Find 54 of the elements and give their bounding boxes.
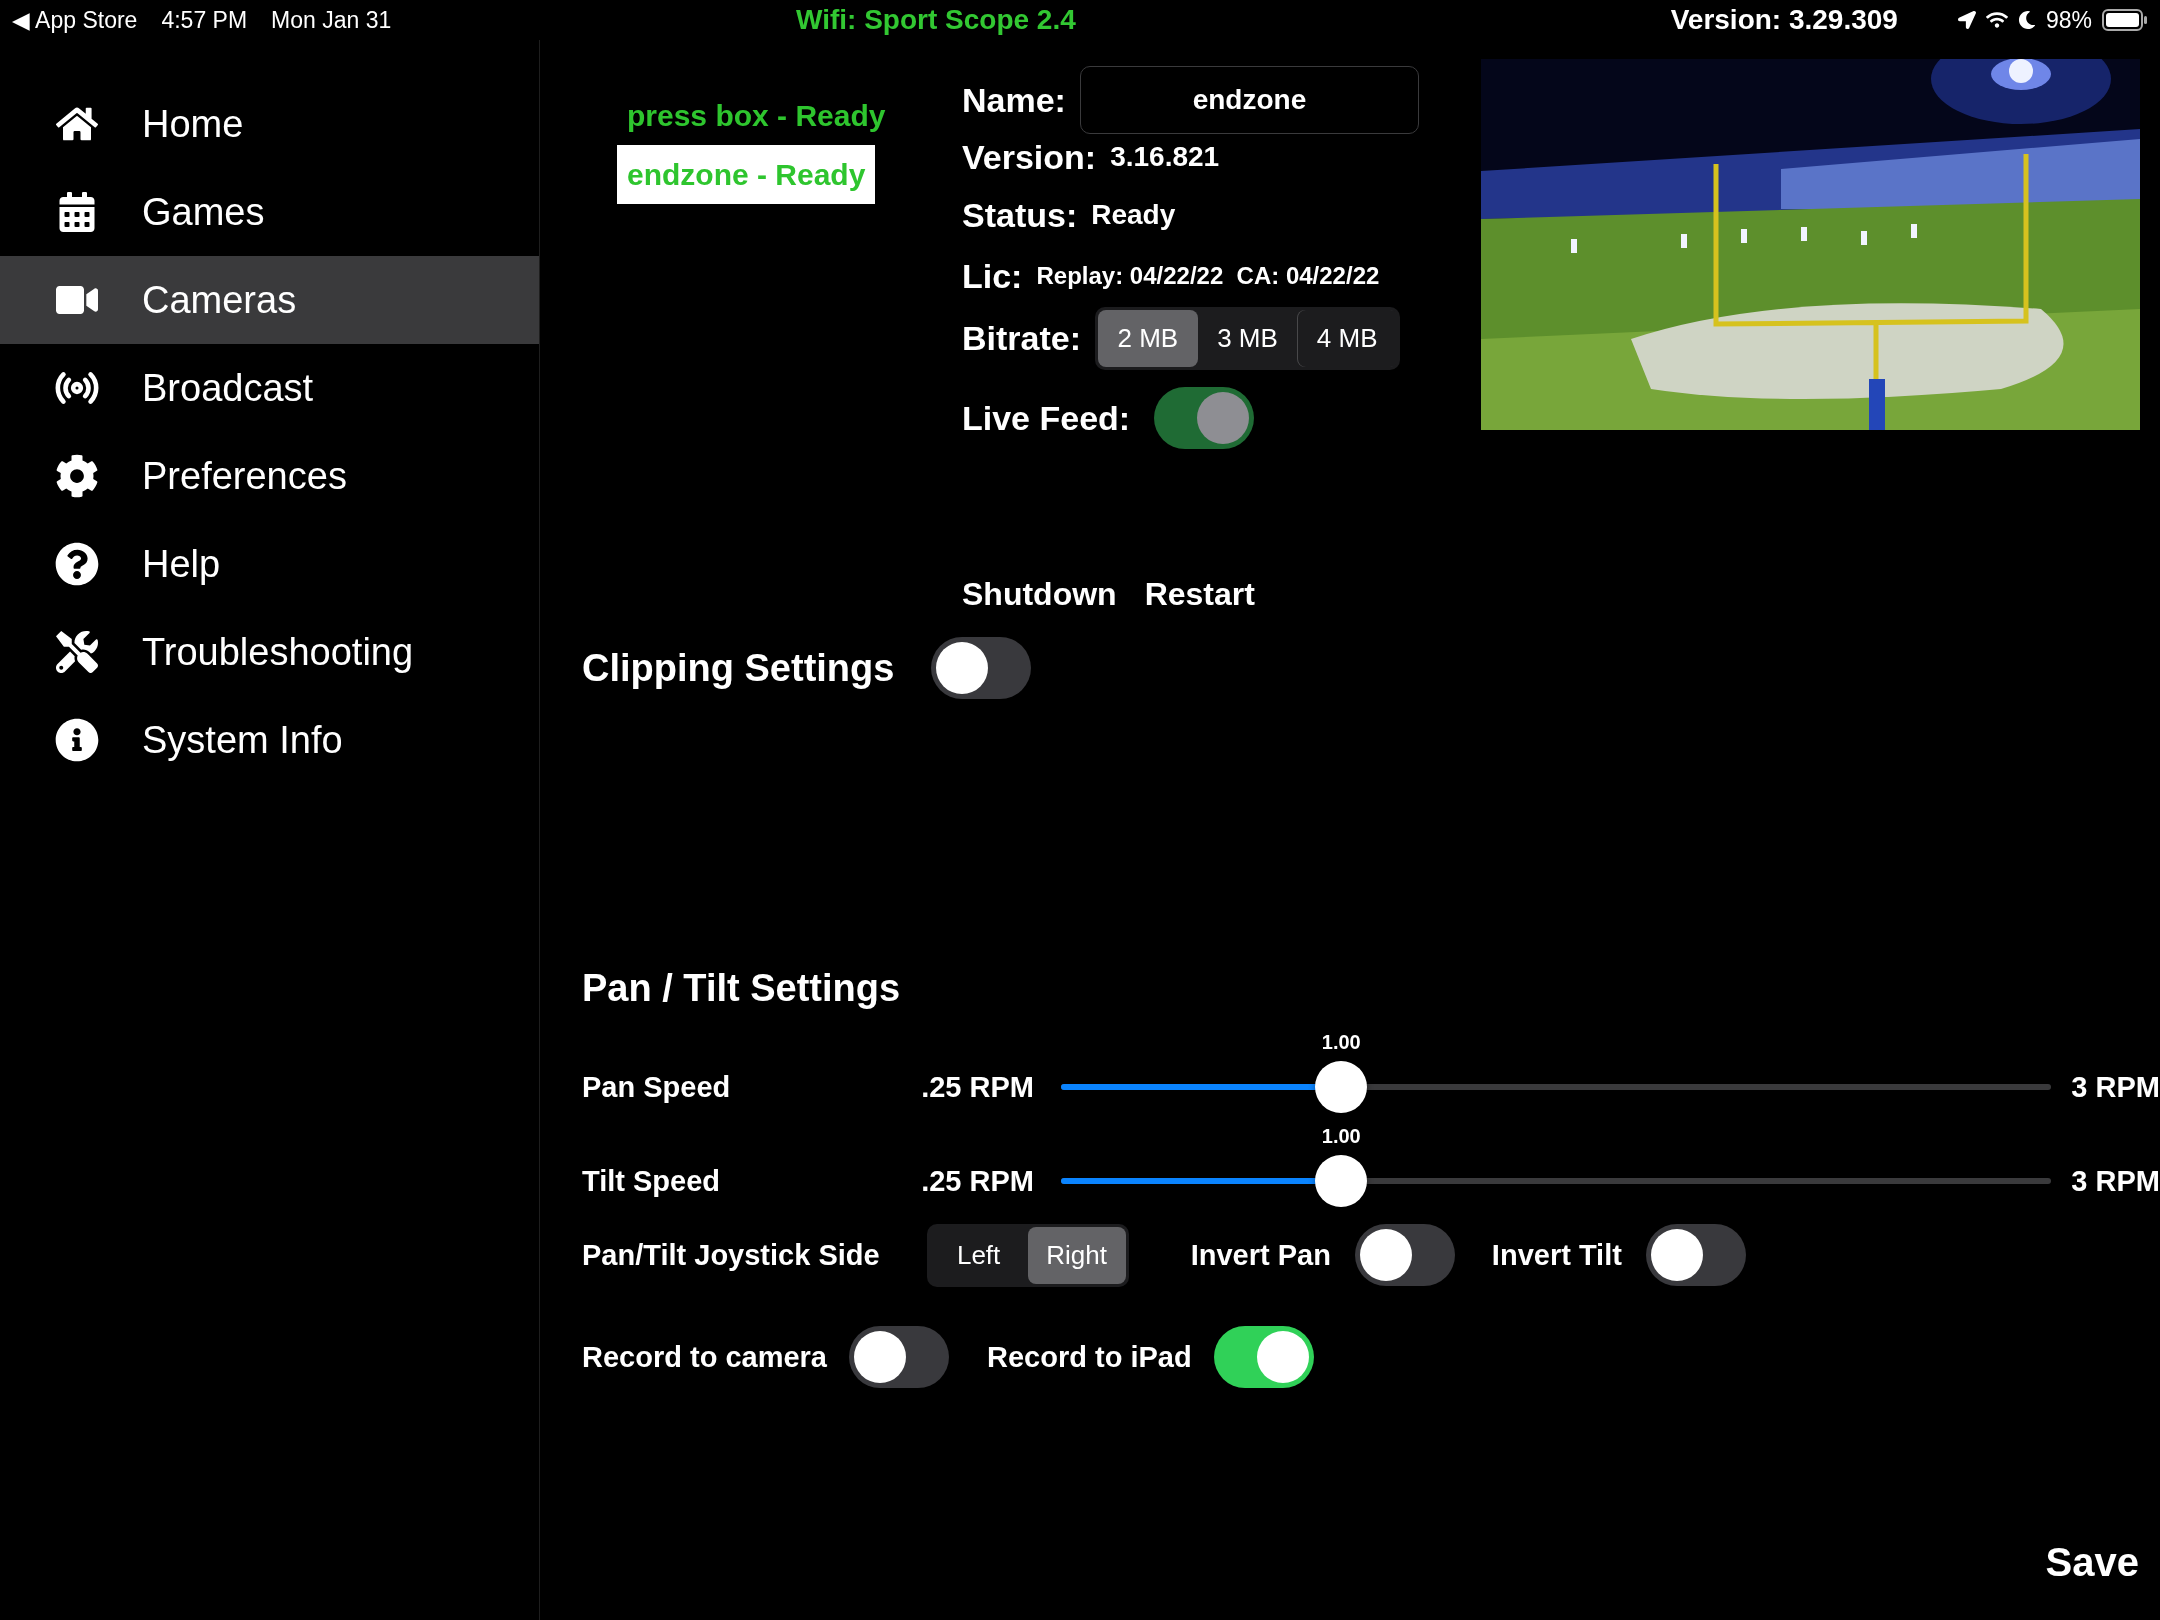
name-field[interactable]: endzone <box>1079 66 1419 134</box>
sidebar-item[interactable]: Games <box>0 168 539 256</box>
min-label: .25 RPM <box>920 1070 1034 1104</box>
battery-percent: 98% <box>2045 6 2092 34</box>
license-label: Lic: <box>962 256 1023 296</box>
version-value: 3.16.821 <box>1110 141 1220 173</box>
sidebar-item[interactable]: Help <box>0 520 539 608</box>
max-label: 3 RPM <box>2071 1070 2160 1104</box>
license-value: Replay: 04/22/22 CA: 04/22/22 <box>1036 262 1380 290</box>
slider-value: 1.00 <box>1321 1031 1361 1054</box>
record-label: Record to camera <box>582 1340 827 1374</box>
slider-label: Tilt Speed <box>582 1164 722 1198</box>
invert-label: Invert Pan <box>1190 1238 1331 1272</box>
bitrate-option[interactable]: 4 MB <box>1297 309 1398 367</box>
min-label: .25 RPM <box>920 1164 1034 1198</box>
sidebar-item[interactable]: System Info <box>0 696 539 784</box>
joystick-option[interactable]: Left <box>929 1226 1028 1284</box>
action-button[interactable]: Shutdown <box>962 575 1117 613</box>
record-label: Record to iPad <box>987 1340 1192 1374</box>
sidebar-item[interactable]: Cameras <box>0 256 539 344</box>
live-feed-label: Live Feed: <box>962 398 1131 438</box>
sidebar-item[interactable]: Home <box>0 80 539 168</box>
slider-value: 1.00 <box>1321 1125 1361 1148</box>
bitrate-label: Bitrate: <box>962 318 1082 358</box>
max-label: 3 RPM <box>2071 1164 2160 1198</box>
sidebar-item[interactable]: Troubleshooting <box>0 608 539 696</box>
status-value: Ready <box>1091 199 1176 231</box>
version-label: Version: <box>962 137 1097 177</box>
bitrate-option[interactable]: 2 MB <box>1098 309 1198 367</box>
name-label: Name: <box>962 80 1066 120</box>
sidebar-item[interactable]: Broadcast <box>0 344 539 432</box>
save-button[interactable]: Save <box>2045 1540 2139 1585</box>
clock-time: 4:57 PM <box>161 6 248 34</box>
joystick-label: Pan/Tilt Joystick Side <box>582 1238 880 1272</box>
slider-thumb[interactable] <box>1315 1061 1368 1113</box>
back-link[interactable]: ◀ App Store <box>12 6 138 34</box>
bitrate-option[interactable]: 3 MB <box>1197 309 1298 367</box>
network-name: Wifi: Sport Scope 2.4 <box>796 4 1076 36</box>
slider-thumb[interactable] <box>1315 1155 1368 1207</box>
battery-icon <box>2102 9 2148 31</box>
slider-label: Pan Speed <box>582 1070 732 1104</box>
slider[interactable] <box>1061 1061 2052 1113</box>
location-icon <box>1957 11 1976 29</box>
section-title: Pan / Tilt Settings <box>582 966 901 1010</box>
action-button[interactable]: Restart <box>1144 575 1255 613</box>
invert-label: Invert Tilt <box>1491 1238 1622 1272</box>
status-label: Status: <box>962 195 1078 235</box>
date-text: Mon Jan 31 <box>271 6 392 34</box>
sidebar-item[interactable]: Preferences <box>0 432 539 520</box>
app-version: Version: 3.29.309 <box>1670 4 1898 36</box>
clipping-label: Clipping Settings <box>582 646 895 690</box>
moon-icon <box>2017 11 2036 29</box>
joystick-option[interactable]: Right <box>1027 1226 1126 1284</box>
slider[interactable] <box>1061 1155 2052 1207</box>
